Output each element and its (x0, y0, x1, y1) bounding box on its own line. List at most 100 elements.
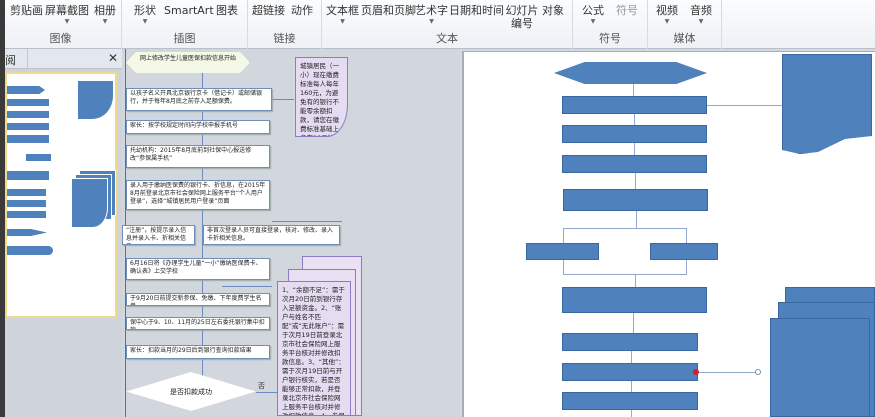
slide-canvas[interactable] (462, 51, 875, 417)
flowchart-canvas: 网上修改学生儿童医保扣款信息开始 以孩子名义开具北京银行京卡（借记卡）或邮储银行… (122, 49, 460, 417)
no-label: 否 (258, 382, 265, 390)
pane-header: 阅 ✕ (5, 49, 122, 69)
flow-step[interactable]: 非首次登录人员可直接登录，核对、修改、录入卡折相关信息。 (203, 225, 340, 245)
clipart-button[interactable]: 剪贴画 (10, 4, 43, 17)
chevron-down-icon: ▼ (590, 18, 596, 25)
textbox-button[interactable]: 文本框 ▼ (326, 4, 359, 27)
action-button[interactable]: 动作 (291, 4, 313, 17)
connector (563, 260, 564, 274)
chart-button[interactable]: 图表 (216, 4, 238, 17)
process-box[interactable] (562, 333, 698, 351)
process-box[interactable] (526, 243, 599, 260)
group-label: 链接 (273, 32, 296, 45)
flow-step[interactable]: 托幼机构：2015年8月底前到社保中心报送修改“参保属手机” (126, 145, 270, 168)
flow-step[interactable]: 以孩子名义开具北京银行京卡（借记卡）或邮储银行，并于每年8月底之前存入足额保费。 (126, 88, 272, 111)
start-hexagon[interactable] (554, 62, 707, 84)
thumb-shape (7, 99, 49, 106)
connector-handle[interactable] (693, 369, 699, 375)
wordart-button[interactable]: 艺术字 ▼ (415, 4, 448, 27)
process-box[interactable] (562, 287, 707, 313)
ribbon: 剪贴画 屏幕截图 ▼ 相册 ▼ 图像 形状 ▼ SmartArt 图表 插图 超链接 … (0, 0, 875, 49)
connector-endpoint[interactable] (755, 369, 761, 375)
group-illustrations: 形状 ▼ SmartArt 图表 插图 (122, 0, 248, 49)
process-box[interactable] (562, 125, 707, 143)
connector (256, 392, 278, 393)
screenshot-label: 屏幕截图 (45, 4, 89, 17)
flow-step[interactable]: 录入用于缴纳医保费的银行卡、折信息，在2015年8月前登录北京市社会保险网上服务… (126, 180, 270, 210)
connector (707, 105, 784, 106)
connector (636, 211, 637, 228)
video-label: 视频 (656, 4, 678, 17)
connector (631, 410, 632, 417)
process-box[interactable] (562, 155, 707, 173)
chevron-down-icon: ▼ (340, 18, 345, 25)
screenshot-button[interactable]: 屏幕截图 ▼ (45, 4, 89, 27)
thumb-shape (7, 189, 46, 196)
process-box[interactable] (650, 243, 718, 260)
thumb-shape (26, 154, 51, 161)
multidoc-shape[interactable] (770, 318, 870, 417)
group-media: 视频 ▼ 音频 ▼ 媒体 (648, 0, 722, 49)
note-shape[interactable]: 城镇居民（一小）现在缴费标准每人每年160元，为避免有的银行不能零余额扣款，请您… (295, 57, 348, 137)
datetime-button[interactable]: 日期和时间 (449, 4, 504, 17)
note-multidoc[interactable]: 1、“余额不足”：需于次月20日前到银行存入足额资金。2、“账户与姓名不匹配”或… (277, 281, 351, 416)
flow-step[interactable]: “注册”，按提示录入信息并录入卡、折相关信息。 (122, 225, 195, 245)
symbol-button[interactable]: 符号 (616, 4, 638, 17)
flow-step[interactable]: 于9月20日前提交新参保、免缴、下年度费学生名单 (126, 293, 270, 306)
connector (635, 173, 636, 190)
connector (686, 260, 687, 274)
chevron-down-icon: ▼ (429, 18, 434, 25)
connector-selected[interactable] (698, 372, 756, 373)
pane-tab-outline[interactable]: 阅 (5, 52, 16, 68)
hyperlink-button[interactable]: 超链接 (252, 4, 285, 17)
slide-number-button[interactable]: 幻灯片编号 (504, 4, 540, 30)
group-text: 文本框 ▼ 页眉和页脚 艺术字 ▼ 日期和时间 幻灯片编号 对象 文本 (322, 0, 573, 49)
flow-step[interactable]: 保中心于9、10、11月的25日左右委托银行集中扣款 (126, 317, 270, 330)
album-button[interactable]: 相册 ▼ (94, 4, 116, 27)
flow-step[interactable]: 家长：扣款当月的29日后到银行查询扣款结果 (126, 345, 270, 359)
group-label: 符号 (599, 32, 621, 45)
album-label: 相册 (94, 4, 116, 17)
connector (631, 351, 632, 363)
header-footer-button[interactable]: 页眉和页脚 (361, 4, 416, 17)
connector (272, 221, 342, 222)
chevron-down-icon: ▼ (64, 18, 70, 25)
thumb-shape (7, 123, 49, 130)
thumb-shape (7, 229, 47, 236)
connector (272, 99, 294, 100)
group-links: 超链接 动作 链接 (248, 0, 322, 49)
connector (222, 286, 272, 287)
tab-divider (27, 49, 28, 69)
group-label: 插图 (173, 32, 196, 45)
wordart-label: 艺术字 (415, 4, 448, 17)
flow-start[interactable]: 网上修改学生儿童医保扣款信息开始 (126, 52, 250, 73)
thumb-shape (7, 111, 49, 118)
equation-button[interactable]: 公式 ▼ (582, 4, 604, 27)
connector (634, 143, 635, 155)
process-box[interactable] (563, 189, 708, 211)
shapes-label: 形状 (134, 4, 156, 17)
flow-step[interactable]: 家长：按学校规定时间向学校申报手机号 (126, 120, 270, 134)
process-box[interactable] (562, 96, 707, 114)
thumb-shape (7, 246, 53, 255)
flow-decision[interactable]: 是否扣款成功 (126, 372, 256, 411)
document-shape[interactable] (782, 54, 872, 154)
connector (563, 228, 564, 243)
shapes-button[interactable]: 形状 ▼ (134, 4, 156, 27)
process-box[interactable] (562, 363, 698, 381)
video-button[interactable]: 视频 ▼ (656, 4, 678, 27)
textbox-label: 文本框 (326, 4, 359, 17)
group-symbols: 公式 ▼ 符号 符号 (573, 0, 648, 49)
flow-step[interactable]: 6月16日将《办理学生儿童“一小”缴纳医保费卡、确认表》上交学校 (126, 258, 270, 280)
slide-thumbnail[interactable] (5, 72, 117, 318)
connector (633, 313, 634, 334)
slides-pane: 阅 ✕ (5, 49, 122, 417)
connector (635, 274, 636, 288)
close-icon[interactable]: ✕ (108, 51, 118, 65)
object-button[interactable]: 对象 (542, 4, 564, 17)
chevron-down-icon: ▼ (142, 18, 148, 25)
process-box[interactable] (562, 392, 698, 410)
audio-button[interactable]: 音频 ▼ (690, 4, 712, 27)
thumb-shape (7, 171, 49, 180)
smartart-button[interactable]: SmartArt (164, 4, 214, 17)
